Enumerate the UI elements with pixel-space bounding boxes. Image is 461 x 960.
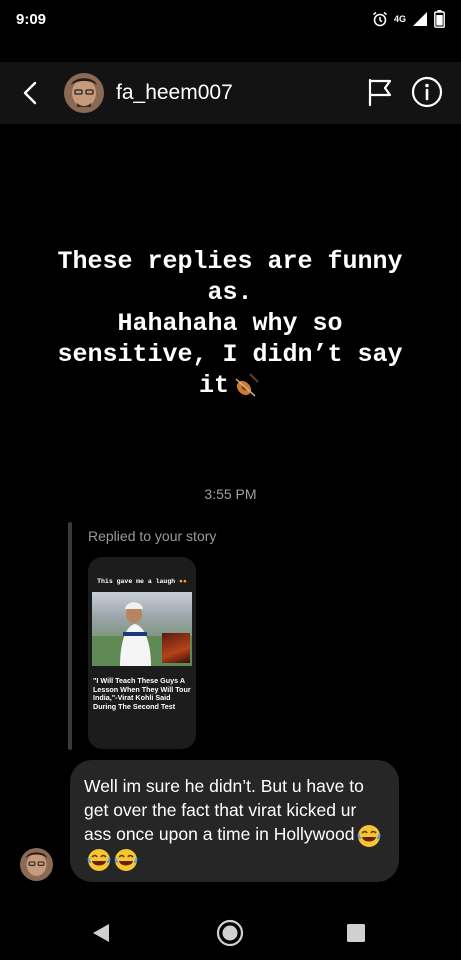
thumbnail-photo	[92, 592, 192, 666]
battery-icon	[434, 10, 445, 28]
story-text: These replies are funny as. Hahahaha why…	[30, 246, 430, 401]
nav-home-icon[interactable]	[215, 918, 245, 948]
story-line: it	[198, 371, 229, 400]
thumbnail-headline: "I Will Teach These Guys A Lesson When T…	[93, 676, 191, 711]
laughing-emoji	[114, 848, 138, 871]
message-bubble[interactable]: Well im sure he didn’t. But u have to ge…	[70, 760, 399, 882]
violin-emoji	[235, 373, 259, 397]
status-icons: 4G	[372, 10, 445, 28]
signal-icon	[413, 12, 427, 26]
message-text: Well im sure he didn’t. But u have to ge…	[84, 776, 364, 844]
nav-recents-icon[interactable]	[346, 923, 366, 943]
laughing-emoji	[358, 824, 381, 847]
story-line: These replies are funny	[57, 247, 403, 276]
reply-indicator-line	[68, 522, 72, 750]
flag-icon[interactable]	[366, 77, 394, 107]
laughing-emoji	[87, 848, 111, 871]
status-time: 9:09	[16, 10, 47, 28]
avatar[interactable]	[64, 73, 104, 113]
back-icon[interactable]	[16, 78, 46, 108]
message-timestamp: 3:55 PM	[204, 486, 257, 502]
story-line: as.	[207, 278, 253, 307]
system-nav-bar	[0, 902, 461, 960]
story-line: Hahahaha why so	[117, 309, 343, 338]
emoji-icon: ●●	[179, 578, 187, 585]
status-bar: 9:09 4G	[0, 0, 461, 38]
story-line-last: it	[30, 370, 430, 401]
nav-back-icon[interactable]	[91, 922, 111, 944]
chat-header: fa_heem007	[0, 62, 461, 124]
thumbnail-caption: This gave me a laugh ●●	[94, 578, 190, 585]
story-thumbnail[interactable]: This gave me a laugh ●● "I Will Teach Th…	[88, 557, 196, 749]
alarm-icon	[373, 11, 387, 27]
chat-username[interactable]: fa_heem007	[116, 81, 233, 105]
info-icon[interactable]	[411, 76, 443, 108]
thumbnail-inset-image	[162, 633, 190, 663]
replied-to-story-label: Replied to your story	[88, 528, 217, 544]
story-line: sensitive, I didn’t say	[57, 340, 403, 369]
network-type: 4G	[393, 13, 406, 24]
thumbnail-caption-text: This gave me a laugh	[97, 578, 176, 585]
sender-avatar[interactable]	[20, 848, 53, 881]
